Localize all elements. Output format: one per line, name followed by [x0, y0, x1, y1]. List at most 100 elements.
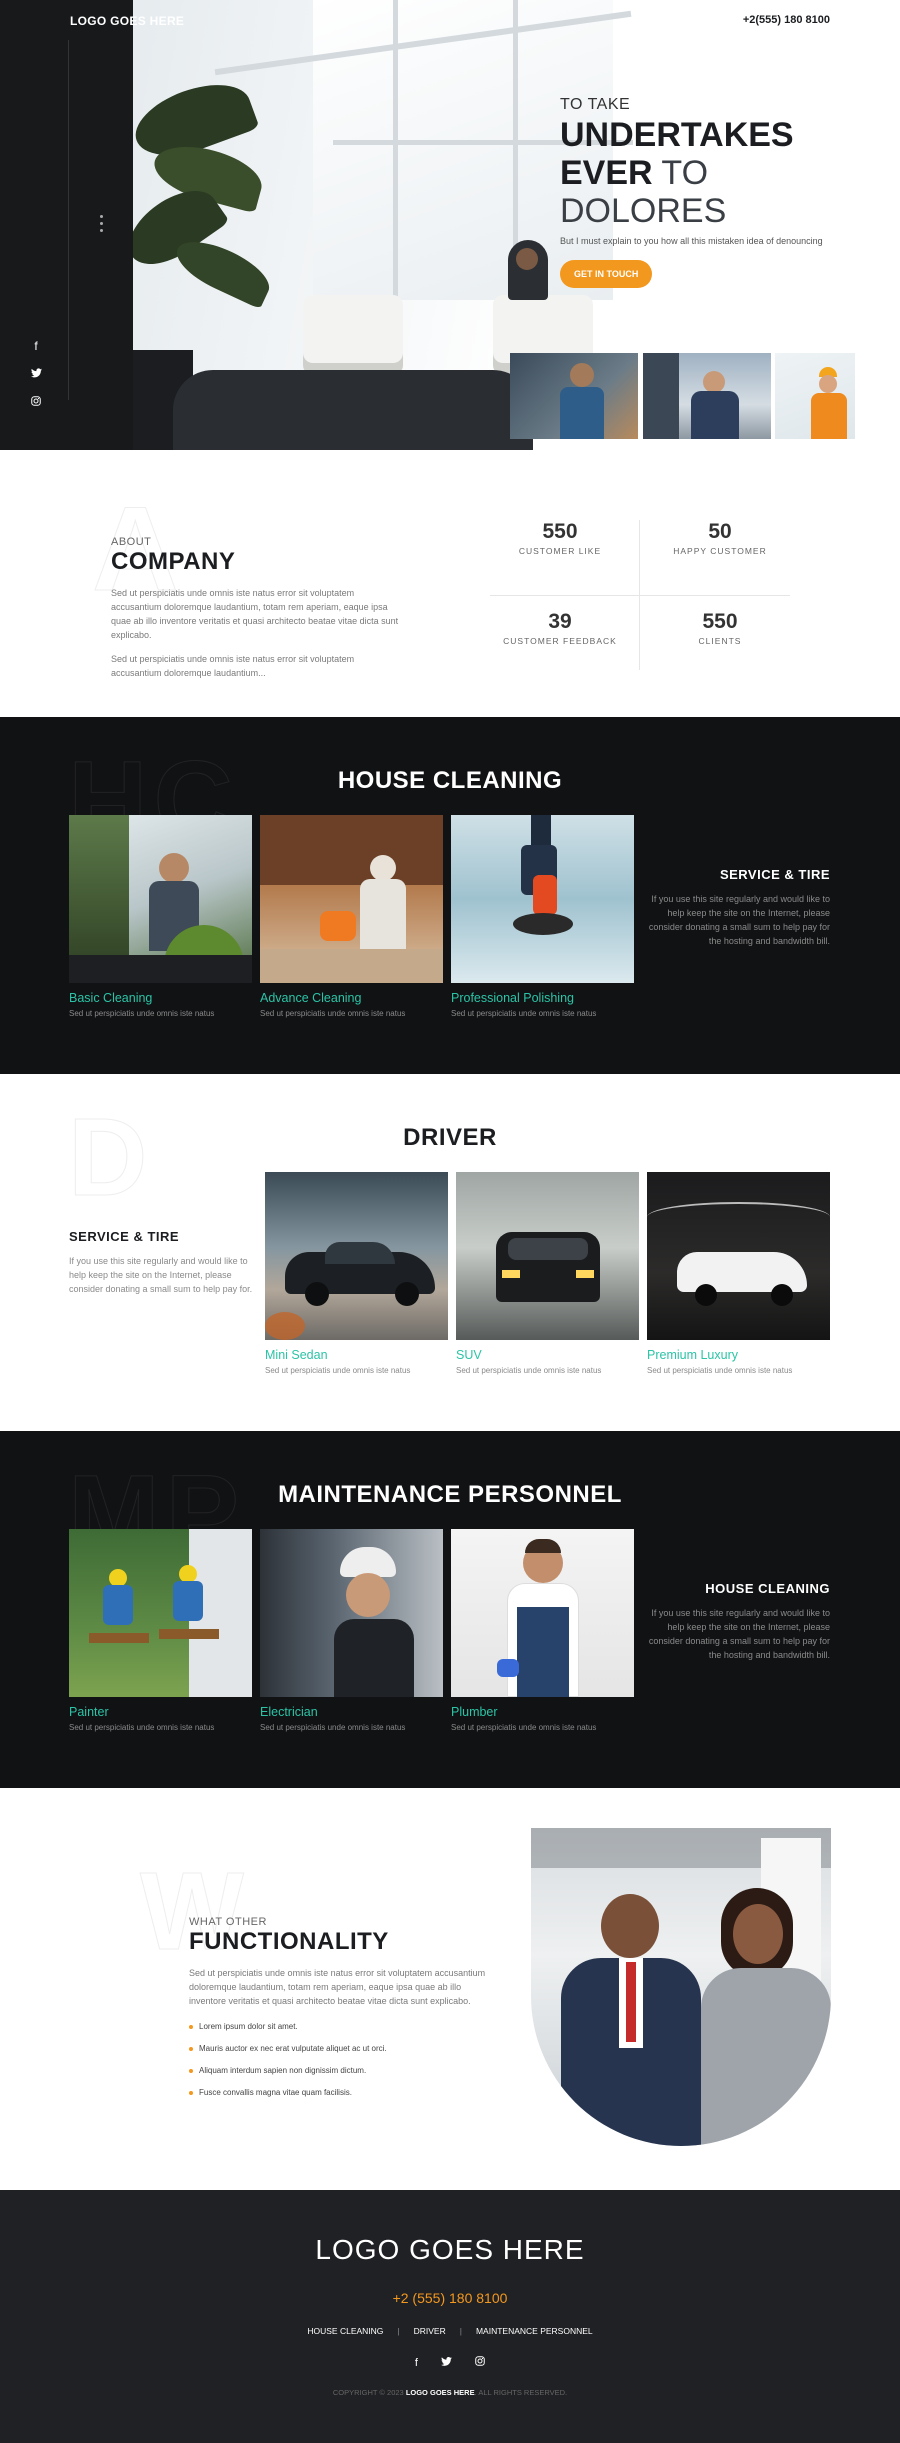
footer-logo[interactable]: LOGO GOES HERE [0, 2234, 900, 2266]
card-desc: Sed ut perspiciatis unde omnis iste natu… [69, 1723, 215, 1732]
facebook-icon[interactable]: f [28, 340, 44, 352]
nav-separator: | [459, 2326, 462, 2336]
functionality-paragraph: Sed ut perspiciatis unde omnis iste natu… [189, 1968, 486, 2006]
side-title: SERVICE & TIRE [69, 1229, 180, 1244]
slider-dots[interactable] [100, 215, 104, 236]
plumber-image [451, 1529, 634, 1697]
personnel-card[interactable]: Plumber Sed ut perspiciatis unde omnis i… [451, 1529, 634, 1732]
card-title[interactable]: Electrician [260, 1705, 443, 1719]
card-desc: Sed ut perspiciatis unde omnis iste natu… [451, 1723, 597, 1732]
twitter-icon[interactable] [441, 2357, 452, 2369]
card-desc: Sed ut perspiciatis unde omnis iste natu… [260, 1723, 406, 1732]
side-text: If you use this site regularly and would… [69, 1256, 253, 1294]
card-desc: Sed ut perspiciatis unde omnis iste natu… [647, 1366, 793, 1375]
hero-title-ever: EVER [560, 154, 653, 192]
card-title[interactable]: Advance Cleaning [260, 991, 443, 1005]
functionality-list: Lorem ipsum dolor sit amet. Mauris aucto… [189, 2022, 489, 2097]
functionality-title: FUNCTIONALITY [189, 1928, 389, 1955]
list-item: Aliquam interdum sapien non dignissim di… [189, 2066, 489, 2075]
list-item: Lorem ipsum dolor sit amet. [189, 2022, 489, 2031]
stat-number: 550 [542, 520, 578, 543]
card-title[interactable]: Basic Cleaning [69, 991, 252, 1005]
footer: LOGO GOES HERE +2 (555) 180 8100 HOUSE C… [0, 2190, 900, 2443]
card-title[interactable]: Professional Polishing [451, 991, 634, 1005]
vehicle-card[interactable]: Mini Sedan Sed ut perspiciatis unde omni… [265, 1172, 448, 1375]
service-card[interactable]: Professional Polishing Sed ut perspiciat… [451, 815, 634, 1018]
card-desc: Sed ut perspiciatis unde omnis iste natu… [456, 1366, 602, 1375]
card-desc: Sed ut perspiciatis unde omnis iste natu… [69, 1009, 215, 1018]
footer-social: f [0, 2356, 900, 2369]
hero-section: f LOGO GOES HERE +2(555) 180 8100 TO TAK… [0, 0, 900, 450]
thumb-worker[interactable] [510, 353, 638, 439]
footer-link-driver[interactable]: DRIVER [414, 2326, 446, 2336]
about-paragraph-1: Sed ut perspiciatis unde omnis iste natu… [111, 588, 399, 640]
vehicle-card[interactable]: SUV Sed ut perspiciatis unde omnis iste … [456, 1172, 639, 1375]
house-cleaning-section: HC HOUSE CLEANING Basic Cleaning Sed ut … [0, 717, 900, 1074]
copyright-brand[interactable]: LOGO GOES HERE [406, 2388, 475, 2397]
suv-image [456, 1172, 639, 1340]
list-item: Fusce convallis magna vitae quam facilis… [189, 2088, 489, 2097]
house-cleaning-title: HOUSE CLEANING [337, 767, 563, 794]
instagram-icon[interactable] [28, 396, 44, 408]
side-text: If you use this site regularly and would… [648, 894, 830, 946]
professional-polishing-image [451, 815, 634, 983]
copyright-prefix: COPYRIGHT © 2023 [332, 2388, 404, 2397]
stat-happy-customer: 50 HAPPY CUSTOMER [650, 520, 790, 556]
footer-link-maintenance[interactable]: MAINTENANCE PERSONNEL [476, 2326, 593, 2336]
card-title[interactable]: SUV [456, 1348, 639, 1362]
hero-thumbnail-strip [510, 353, 855, 439]
stat-customer-like: 550 CUSTOMER LIKE [490, 520, 630, 556]
thumb-painter[interactable] [775, 353, 855, 439]
card-title[interactable]: Premium Luxury [647, 1348, 830, 1362]
functionality-eyebrow: WHAT OTHER [189, 1916, 267, 1928]
stat-number: 39 [548, 610, 572, 633]
header-phone[interactable]: +2(555) 180 8100 [743, 14, 830, 26]
service-card[interactable]: Basic Cleaning Sed ut perspiciatis unde … [69, 815, 252, 1018]
footer-nav: HOUSE CLEANING | DRIVER | MAINTENANCE PERSON… [0, 2326, 900, 2336]
personnel-card[interactable]: Painter Sed ut perspiciatis unde omnis i… [69, 1529, 252, 1732]
premium-luxury-image [647, 1172, 830, 1340]
copyright-suffix: . ALL RIGHTS RESERVED. [474, 2388, 568, 2397]
side-text: If you use this site regularly and would… [648, 1608, 830, 1660]
about-text: ABOUT COMPANY Sed ut perspiciatis unde o… [111, 536, 401, 680]
hero-social-links: f [28, 340, 44, 424]
driver-section: D DRIVER SERVICE & TIRE If you use this … [0, 1074, 900, 1431]
basic-cleaning-image [69, 815, 252, 983]
about-section: A ABOUT COMPANY Sed ut perspiciatis unde… [0, 450, 900, 717]
hero-sidebar: f [0, 0, 133, 450]
stat-label: CLIENTS [698, 636, 742, 646]
vehicle-card[interactable]: Premium Luxury Sed ut perspiciatis unde … [647, 1172, 830, 1375]
header-logo[interactable]: LOGO GOES HERE [70, 14, 184, 28]
service-card[interactable]: Advance Cleaning Sed ut perspiciatis und… [260, 815, 443, 1018]
personnel-card[interactable]: Electrician Sed ut perspiciatis unde omn… [260, 1529, 443, 1732]
facebook-icon[interactable]: f [415, 2357, 418, 2369]
footer-link-house-cleaning[interactable]: HOUSE CLEANING [307, 2326, 383, 2336]
stat-label: CUSTOMER FEEDBACK [503, 636, 617, 646]
stat-clients: 550 CLIENTS [650, 610, 790, 646]
card-title[interactable]: Mini Sedan [265, 1348, 448, 1362]
functionality-text: WHAT OTHER FUNCTIONALITY Sed ut perspici… [189, 1916, 489, 2110]
about-title: COMPANY [111, 548, 236, 575]
hero-text: TO TAKE UNDERTAKES EVER TO DOLORES But I… [560, 96, 860, 288]
mini-sedan-image [265, 1172, 448, 1340]
stat-label: CUSTOMER LIKE [518, 546, 602, 556]
side-title: SERVICE & TIRE [719, 867, 830, 882]
list-item: Mauris auctor ex nec erat vulputate aliq… [189, 2044, 489, 2053]
thumb-driver[interactable] [643, 353, 771, 439]
footer-phone[interactable]: +2 (555) 180 8100 [0, 2290, 900, 2306]
twitter-icon[interactable] [28, 368, 44, 380]
stat-number: 550 [702, 610, 738, 633]
card-title[interactable]: Painter [69, 1705, 252, 1719]
card-desc: Sed ut perspiciatis unde omnis iste natu… [260, 1009, 406, 1018]
get-in-touch-button[interactable]: GET IN TOUCH [560, 260, 653, 288]
side-title: HOUSE CLEANING [705, 1581, 830, 1596]
driver-watermark: D [67, 1096, 154, 1220]
card-desc: Sed ut perspiciatis unde omnis iste natu… [451, 1009, 597, 1018]
instagram-icon[interactable] [475, 2356, 485, 2369]
card-desc: Sed ut perspiciatis unde omnis iste natu… [265, 1366, 411, 1375]
nav-separator: | [397, 2326, 400, 2336]
card-title[interactable]: Plumber [451, 1705, 634, 1719]
maintenance-section: MP MAINTENANCE PERSONNEL Painter Sed ut … [0, 1431, 900, 1788]
driver-side-block: SERVICE & TIRE If you use this site regu… [69, 1229, 254, 1296]
about-eyebrow: ABOUT [111, 536, 152, 548]
